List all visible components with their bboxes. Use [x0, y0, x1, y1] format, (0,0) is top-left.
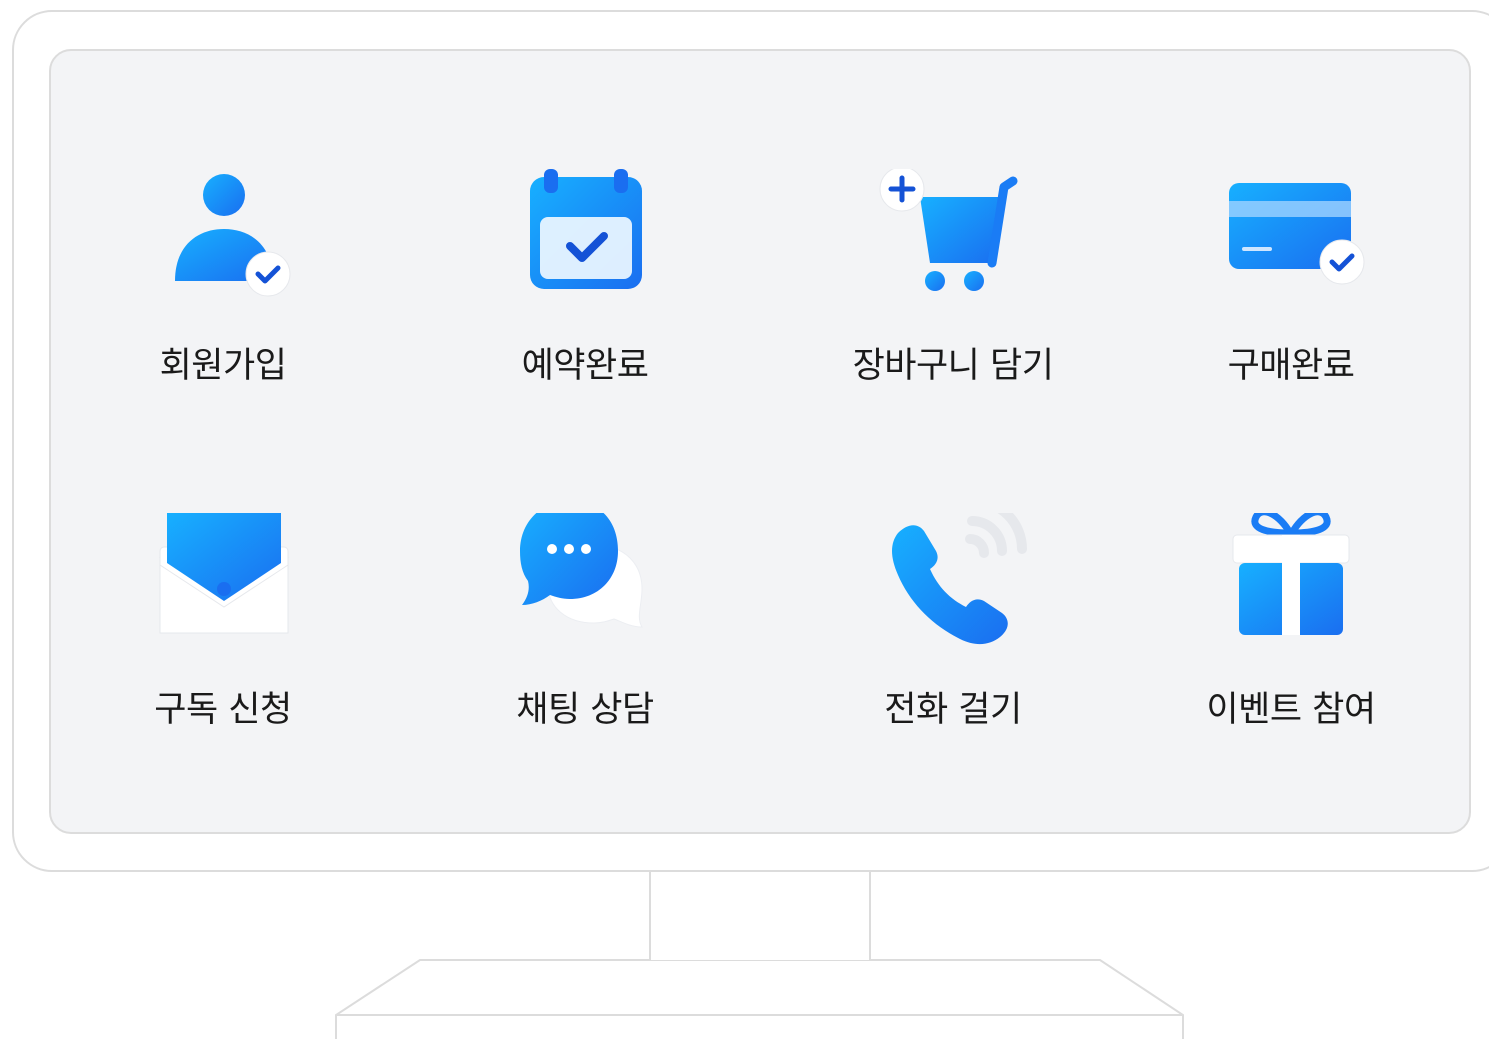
- feature-item-reservation[interactable]: 예약완료: [435, 169, 735, 429]
- envelope-icon: [158, 513, 290, 634]
- feature-label: 채팅 상담: [516, 690, 654, 730]
- chat-bubbles-icon: [520, 513, 643, 628]
- feature-item-cart[interactable]: 장바구니 담기: [803, 169, 1103, 429]
- feature-label: 예약완료: [521, 346, 649, 386]
- user-check-icon: [175, 174, 291, 297]
- feature-item-chat[interactable]: 채팅 상담: [435, 513, 735, 773]
- feature-label: 회원가입: [159, 346, 287, 386]
- gift-icon: [1232, 513, 1350, 635]
- monitor-neck: [649, 872, 871, 960]
- feature-item-signup[interactable]: 회원가입: [73, 169, 373, 429]
- feature-label: 구독 신청: [154, 690, 292, 730]
- feature-item-event[interactable]: 이벤트 참여: [1141, 513, 1441, 773]
- feature-item-subscribe[interactable]: 구독 신청: [73, 513, 373, 773]
- feature-label: 이벤트 참여: [1206, 690, 1376, 730]
- feature-label: 장바구니 담기: [852, 346, 1054, 386]
- calendar-check-icon: [530, 169, 642, 289]
- feature-item-purchase[interactable]: 구매완료: [1141, 169, 1441, 429]
- feature-label: 구매완료: [1227, 346, 1355, 386]
- cart-add-icon: [879, 169, 1018, 291]
- card-check-icon: [1229, 183, 1365, 285]
- feature-item-call[interactable]: 전화 걸기: [803, 513, 1103, 773]
- feature-label: 전화 걸기: [884, 690, 1022, 730]
- phone-call-icon: [892, 513, 1027, 645]
- monitor-screen: 회원가입 예약완료 장바구니 담기 구매완료 구독 신청 채팅 상담 전화 걸기…: [49, 49, 1471, 834]
